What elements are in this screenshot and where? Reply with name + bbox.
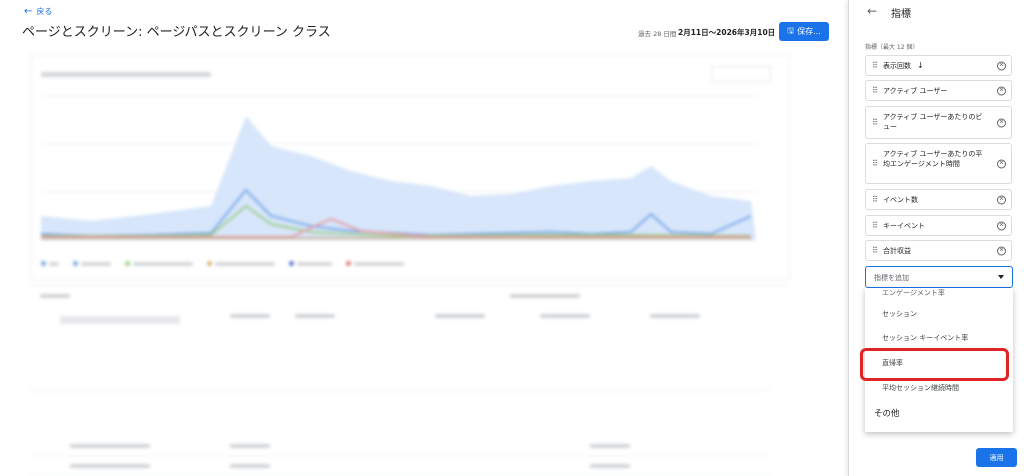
metric-chip-label: アクティブ ユーザーあたりのビュー [883,113,983,131]
rows-per-page-placeholder [510,294,580,298]
metric-chip-label: アクティブ ユーザー [883,87,948,95]
dropdown-option-session-key-event-rate[interactable]: セッション キーイベント率 [865,326,1013,350]
report-content-blurred [30,55,790,476]
metrics-limit-label: 指標（最大 12 個） [865,44,919,51]
column-header-placeholder [540,314,590,318]
metric-chip-label: イベント数 [883,196,918,204]
metric-chip-label: 合計収益 [883,247,911,255]
table-row [30,371,770,391]
remove-icon[interactable]: ✕ [997,221,1006,230]
bounce-rate-highlight-annotation [860,348,1009,381]
dimension-selector-placeholder [60,316,180,324]
metric-chip-key-events[interactable]: ⠿ キーイベント ✕ [865,215,1012,236]
save-button[interactable]: 🖫 保存... [779,22,829,41]
remove-icon[interactable]: ✕ [997,159,1006,168]
add-metric-placeholder: 指標を追加 [874,274,909,282]
sort-descending-icon[interactable]: ↓ [917,61,924,70]
column-header-placeholder [230,314,270,318]
date-range-prefix: 過去 28 日間 [638,30,677,38]
line-chart-card [30,55,790,280]
drag-handle-icon[interactable]: ⠿ [872,195,878,204]
drag-handle-icon[interactable]: ⠿ [872,118,878,127]
drag-handle-icon[interactable]: ⠿ [872,86,878,95]
metric-chip-views[interactable]: ⠿ 表示回数 ↓ ✕ [865,55,1012,76]
metrics-panel: ← 指標 指標（最大 12 個） ⠿ 表示回数 ↓ ✕ ⠿ アクティブ ユーザー … [848,0,1024,476]
metric-chip-label: 表示回数 [883,62,911,70]
column-header-placeholder [650,314,700,318]
metric-chip-label: アクティブ ユーザーあたりの平均エンゲージメント時間 [883,150,983,168]
save-button-label: 保存... [797,27,821,36]
back-link[interactable]: ← 戻る [24,6,52,17]
panel-back-arrow-icon[interactable]: ← [867,4,877,18]
save-icon: 🖫 [787,25,795,35]
drag-handle-icon[interactable]: ⠿ [872,246,878,255]
chart-options-dropdown [711,66,771,82]
drag-handle-icon[interactable]: ⠿ [872,159,878,168]
panel-title: 指標 [891,9,911,20]
metric-chip-total-revenue[interactable]: ⠿ 合計収益 ✕ [865,240,1012,261]
chart-legend [41,261,404,266]
metric-chip-avg-engagement[interactable]: ⠿ アクティブ ユーザーあたりの平均エンゲージメント時間 ✕ [865,143,1012,184]
back-arrow-icon: ← [24,5,33,17]
column-header-placeholder [295,314,335,318]
dropdown-group-other[interactable]: その他 [865,401,1013,425]
remove-icon[interactable]: ✕ [997,195,1006,204]
back-link-label: 戻る [36,7,53,16]
column-header-placeholder [435,314,485,318]
chart-title-placeholder [41,72,211,77]
chevron-down-icon [998,275,1004,279]
page-title: ページとスクリーン: ページパスとスクリーン クラス [22,25,331,40]
table-row [30,436,770,456]
data-table-blurred [30,285,790,476]
date-range-picker[interactable]: 2月11日～2026年3月10日 [678,27,775,38]
table-row [30,456,770,476]
report-area: ← 戻る ページとスクリーン: ページパスとスクリーン クラス 過去 28 日間… [0,0,848,476]
line-chart-graphic [40,95,756,241]
drag-handle-icon[interactable]: ⠿ [872,61,878,70]
metric-chip-views-per-user[interactable]: ⠿ アクティブ ユーザーあたりのビュー ✕ [865,106,1012,139]
app-root: ← 戻る ページとスクリーン: ページパスとスクリーン クラス 過去 28 日間… [0,0,1024,476]
search-placeholder [40,294,70,298]
metric-chip-label: キーイベント [883,222,925,230]
metric-chip-active-users[interactable]: ⠿ アクティブ ユーザー ✕ [865,80,1012,101]
apply-button[interactable]: 適用 [976,448,1017,467]
remove-icon[interactable]: ✕ [997,118,1006,127]
remove-icon[interactable]: ✕ [997,86,1006,95]
remove-icon[interactable]: ✕ [997,246,1006,255]
drag-handle-icon[interactable]: ⠿ [872,221,878,230]
add-metric-select[interactable]: 指標を追加 [865,266,1013,288]
dropdown-option-sessions[interactable]: セッション [865,302,1013,326]
remove-icon[interactable]: ✕ [997,61,1006,70]
metric-chip-event-count[interactable]: ⠿ イベント数 ✕ [865,189,1012,210]
